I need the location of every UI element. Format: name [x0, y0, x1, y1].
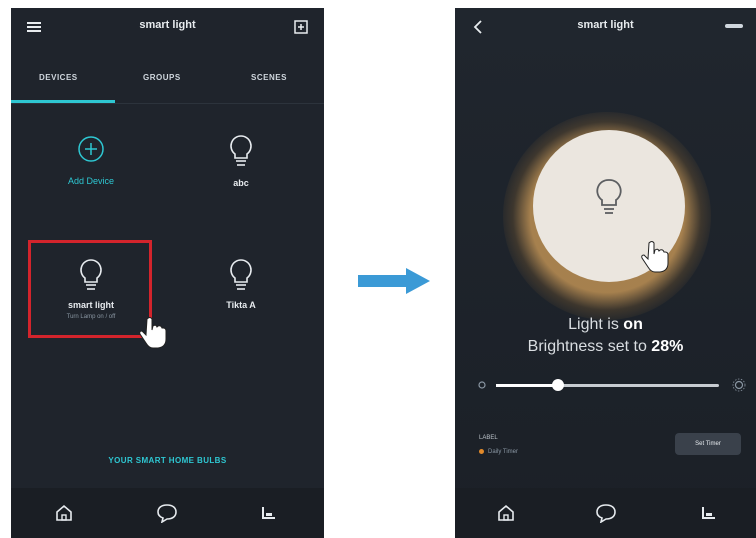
- selection-highlight: [28, 240, 152, 338]
- brightness-high-icon: [732, 378, 746, 392]
- home-icon[interactable]: [55, 504, 73, 522]
- light-status-prefix: Light is: [568, 316, 619, 333]
- device-tile-abc[interactable]: abc: [178, 126, 304, 226]
- arrow-right-icon: [358, 268, 430, 294]
- add-icon: [78, 136, 104, 162]
- divider: [11, 103, 324, 104]
- top-bar: smart light: [11, 8, 324, 50]
- tile-label: abc: [233, 178, 249, 188]
- brightness-slider-thumb[interactable]: [552, 379, 565, 391]
- chat-icon[interactable]: [156, 503, 178, 523]
- device-tile-tikta[interactable]: Tikta A: [178, 240, 304, 340]
- profile-icon[interactable]: [259, 504, 277, 522]
- footer-link[interactable]: YOUR SMART HOME BULBS: [11, 456, 324, 465]
- screen-title: smart light: [139, 19, 196, 31]
- tab-devices[interactable]: DEVICES: [39, 73, 78, 82]
- light-control-screen: smart light Light is on Brightness set t…: [455, 8, 756, 538]
- add-device-tile[interactable]: Add Device: [28, 126, 154, 226]
- light-status: Light is on: [455, 316, 756, 334]
- device-list-screen: smart light DEVICES GROUPS SCENES Add De…: [11, 8, 324, 538]
- tile-label: Tikta A: [226, 300, 256, 310]
- bottom-nav: [455, 488, 756, 538]
- bulb-icon: [230, 135, 252, 166]
- profile-icon[interactable]: [699, 504, 717, 522]
- settings-icon[interactable]: [725, 22, 743, 30]
- light-state-value: on: [623, 316, 643, 333]
- bulb-icon: [230, 259, 252, 290]
- schedule-subtitle: Daily Timer: [479, 449, 518, 455]
- chat-icon[interactable]: [595, 503, 617, 523]
- home-icon[interactable]: [497, 504, 515, 522]
- brightness-slider[interactable]: [496, 379, 719, 391]
- brightness-status: Brightness set to 28%: [455, 338, 756, 356]
- tile-label: Add Device: [67, 176, 115, 186]
- status-dot: [479, 449, 484, 454]
- bulb-icon: [596, 179, 622, 214]
- schedule-sub-text: Daily Timer: [488, 449, 519, 456]
- top-bar: smart light: [455, 8, 756, 50]
- schedule-title: LABEL: [479, 435, 498, 441]
- tab-groups[interactable]: GROUPS: [143, 73, 181, 82]
- brightness-prefix: Brightness set to: [527, 338, 647, 355]
- pointer-hand-icon: [641, 241, 669, 273]
- screen-title: smart light: [577, 19, 634, 31]
- tab-bar: DEVICES GROUPS SCENES: [11, 63, 324, 103]
- pointer-hand-icon: [139, 317, 167, 349]
- brightness-slider-fill: [496, 384, 559, 387]
- tab-scenes[interactable]: SCENES: [251, 73, 287, 82]
- add-icon[interactable]: [294, 20, 308, 34]
- set-timer-button[interactable]: Set Timer: [675, 433, 741, 455]
- bottom-nav: [11, 488, 324, 538]
- brightness-value: 28%: [651, 338, 684, 355]
- brightness-low-icon: [478, 381, 486, 389]
